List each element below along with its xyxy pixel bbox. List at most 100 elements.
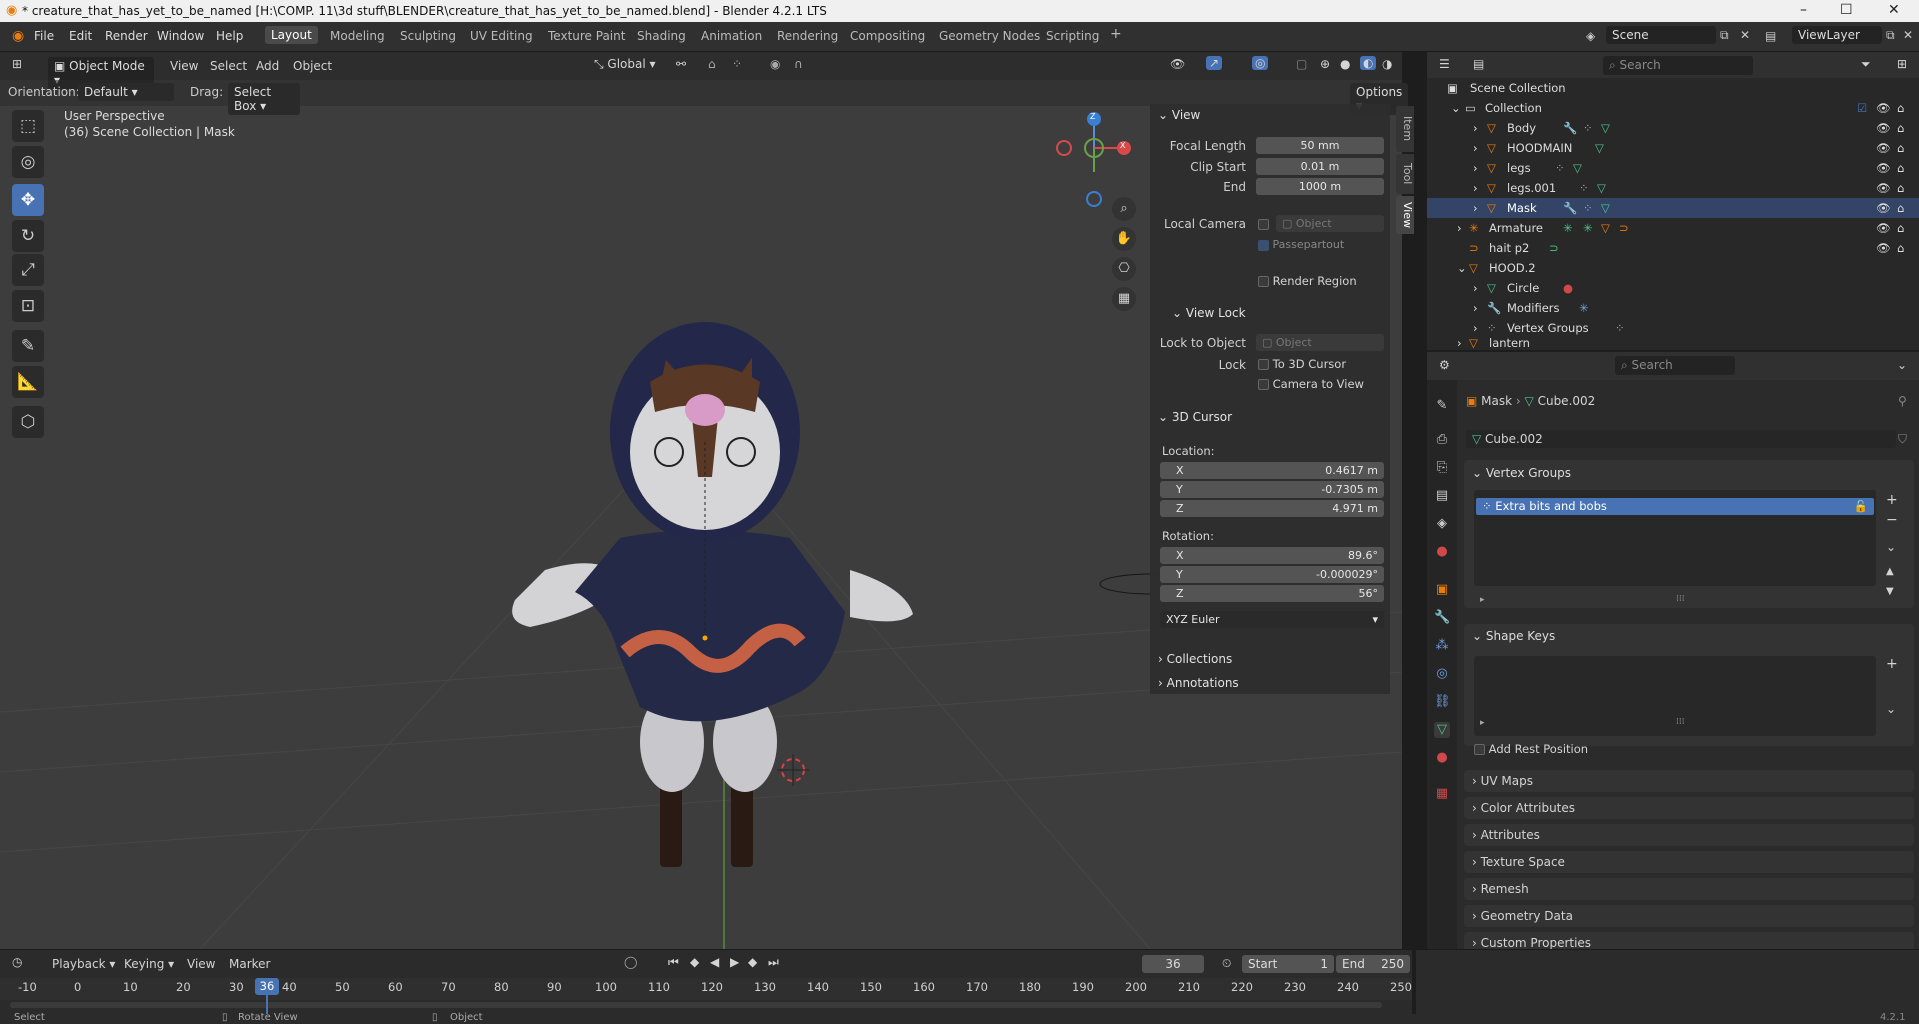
camera-icon[interactable]: ⌂ — [1897, 101, 1904, 115]
remesh-panel[interactable]: › Remesh — [1464, 878, 1914, 900]
tab-sculpting[interactable]: Sculpting — [400, 29, 456, 43]
particles-tab-icon[interactable]: ⁂ — [1434, 638, 1450, 654]
proportional-edit-icon[interactable]: ◉ — [770, 57, 780, 71]
delete-scene-icon[interactable]: ✕ — [1740, 28, 1750, 42]
render-region-toggle[interactable]: Render Region — [1258, 274, 1357, 288]
tab-uv-editing[interactable]: UV Editing — [470, 29, 533, 43]
color-attributes-panel[interactable]: › Color Attributes — [1464, 797, 1914, 819]
menu-playback[interactable]: Playback ▾ — [52, 957, 115, 971]
view-section-header[interactable]: ⌄ View — [1158, 108, 1200, 122]
eye-icon[interactable]: 👁 — [1876, 221, 1891, 235]
area-divider[interactable] — [1412, 949, 1416, 1024]
editor-type-icon[interactable]: ⊞ — [12, 57, 22, 71]
frame-start-field[interactable]: Start 1 — [1242, 955, 1334, 973]
move-tool-icon[interactable]: ✥ — [12, 184, 44, 216]
playhead-frame-indicator[interactable]: 36 — [255, 978, 279, 995]
lock-to-object-field[interactable]: ▢ Object — [1256, 334, 1384, 351]
geometry-data-panel[interactable]: › Geometry Data — [1464, 905, 1914, 927]
camera-icon[interactable]: ⌂ — [1897, 201, 1904, 215]
cursor-tool-icon[interactable]: ◎ — [12, 146, 44, 178]
rendered-shading-icon[interactable]: ◑ — [1382, 57, 1392, 71]
current-frame-field[interactable]: 36 — [1142, 955, 1204, 973]
annotations-section-header[interactable]: › Annotations — [1158, 676, 1239, 690]
list-filter-toggle-icon[interactable]: ▸ — [1480, 718, 1485, 728]
camera-icon[interactable]: ⌂ — [1897, 241, 1904, 255]
add-shape-key-button[interactable]: + — [1886, 656, 1898, 672]
vertex-group-specials-icon[interactable]: ⌄ — [1886, 540, 1896, 554]
view-layer-tab-icon[interactable]: ▤ — [1434, 488, 1450, 504]
new-scene-icon[interactable]: ⧉ — [1720, 28, 1729, 43]
output-tab-icon[interactable]: ⎘ — [1434, 460, 1450, 476]
properties-editor-icon[interactable]: ⚙ — [1439, 358, 1450, 372]
pivot-icon[interactable]: ⚯ — [676, 57, 686, 71]
display-mode-icon[interactable]: ▤ — [1473, 57, 1484, 71]
scale-tool-icon[interactable]: ⤢ — [12, 254, 44, 286]
modifiers-tab-icon[interactable]: 🔧 — [1434, 610, 1450, 626]
lock-to-3d-cursor-toggle[interactable]: To 3D Cursor — [1258, 357, 1346, 371]
filter-icon[interactable]: ⏷ — [1861, 57, 1871, 72]
eye-icon[interactable]: 👁 — [1876, 181, 1891, 195]
add-workspace-icon[interactable]: + — [1110, 26, 1122, 42]
fake-user-shield-icon[interactable]: ⛉ — [1898, 432, 1907, 447]
select-box-tool-icon[interactable]: ⬚ — [12, 110, 44, 142]
vertex-groups-header[interactable]: ⌄ Vertex Groups — [1472, 466, 1571, 480]
tab-shading[interactable]: Shading — [637, 29, 686, 43]
passepartout-toggle[interactable]: Passepartout — [1258, 238, 1344, 251]
auto-keying-icon[interactable]: ◯ — [624, 955, 637, 969]
menu-help[interactable]: Help — [216, 29, 243, 43]
pan-hand-icon[interactable]: ✋ — [1112, 227, 1136, 251]
jump-start-icon[interactable]: ⏮ — [668, 955, 679, 970]
wireframe-shading-icon[interactable]: ⊕ — [1320, 57, 1330, 71]
outliner-item-lantern[interactable]: › ▽ lantern — [1427, 338, 1919, 350]
view-layer-selector[interactable]: ViewLayer — [1792, 26, 1882, 44]
outliner-item-body[interactable]: › ▽ Body 🔧 ⁘ ▽ 👁 ⌂ — [1427, 118, 1919, 138]
shape-keys-list[interactable] — [1474, 656, 1876, 736]
focal-length-field[interactable]: 50 mm — [1256, 137, 1384, 154]
annotate-tool-icon[interactable]: ✎ — [12, 330, 44, 362]
clip-start-field[interactable]: 0.01 m — [1256, 158, 1384, 175]
outliner-editor-icon[interactable]: ☰ — [1439, 57, 1450, 71]
exclude-checkbox[interactable]: ☑ — [1857, 101, 1867, 115]
menu-keying[interactable]: Keying ▾ — [124, 957, 174, 971]
3d-cursor-section-header[interactable]: ⌄ 3D Cursor — [1158, 410, 1232, 424]
clip-end-field[interactable]: 1000 m — [1256, 178, 1384, 195]
texture-space-panel[interactable]: › Texture Space — [1464, 851, 1914, 873]
camera-icon[interactable]: ⌂ — [1897, 141, 1904, 155]
cursor-location-z-field[interactable]: Z 4.971 m — [1160, 500, 1384, 517]
snap-target-icon[interactable]: ⁘ — [732, 57, 742, 71]
physics-tab-icon[interactable]: ◎ — [1434, 666, 1450, 682]
jump-end-icon[interactable]: ⏭ — [768, 955, 779, 970]
gizmo-toggle-icon[interactable]: ↗ — [1206, 56, 1223, 70]
menu-render[interactable]: Render — [105, 29, 148, 43]
visibility-icon[interactable]: 👁 — [1170, 57, 1185, 71]
attributes-panel[interactable]: › Attributes — [1464, 824, 1914, 846]
menu-file[interactable]: File — [34, 29, 54, 43]
remove-vertex-group-button[interactable]: − — [1886, 512, 1898, 528]
menu-view[interactable]: View — [170, 59, 198, 73]
properties-options-icon[interactable]: ⌄ — [1897, 358, 1907, 372]
maximize-button[interactable]: ☐ — [1840, 2, 1853, 18]
eye-icon[interactable]: 👁 — [1876, 161, 1891, 175]
add-vertex-group-button[interactable]: + — [1886, 492, 1898, 508]
tab-texture-paint[interactable]: Texture Paint — [548, 29, 625, 43]
tab-layout[interactable]: Layout — [265, 26, 318, 44]
zoom-icon[interactable]: ⌕ — [1112, 197, 1136, 221]
add-rest-position-toggle[interactable]: Add Rest Position — [1474, 742, 1588, 756]
blender-menu-icon[interactable]: ◉ — [12, 28, 24, 44]
outliner-scene-collection[interactable]: ▣ Scene Collection — [1427, 78, 1919, 98]
outliner-item-modifiers[interactable]: › 🔧 Modifiers ✳ — [1427, 298, 1919, 318]
delete-view-layer-icon[interactable]: ✕ — [1903, 28, 1913, 42]
minimize-button[interactable]: – — [1800, 2, 1807, 18]
shape-keys-header[interactable]: ⌄ Shape Keys — [1472, 629, 1555, 643]
cursor-location-x-field[interactable]: X 0.4617 m — [1160, 462, 1384, 479]
tab-animation[interactable]: Animation — [701, 29, 762, 43]
outliner-item-armature[interactable]: › ✳ Armature ✳ ✳ ▽ ⊃ 👁 ⌂ — [1427, 218, 1919, 238]
shape-key-specials-icon[interactable]: ⌄ — [1886, 702, 1896, 716]
close-button[interactable]: ✕ — [1888, 2, 1900, 18]
uv-maps-panel[interactable]: › UV Maps — [1464, 770, 1914, 792]
snap-icon[interactable]: ⌂ — [708, 57, 716, 71]
eye-icon[interactable]: 👁 — [1876, 141, 1891, 155]
list-resize-handle-icon[interactable]: ⁞⁞⁞ — [1676, 717, 1685, 727]
data-tab-icon[interactable]: ▽ — [1434, 722, 1450, 738]
solid-shading-icon[interactable]: ● — [1340, 57, 1350, 71]
